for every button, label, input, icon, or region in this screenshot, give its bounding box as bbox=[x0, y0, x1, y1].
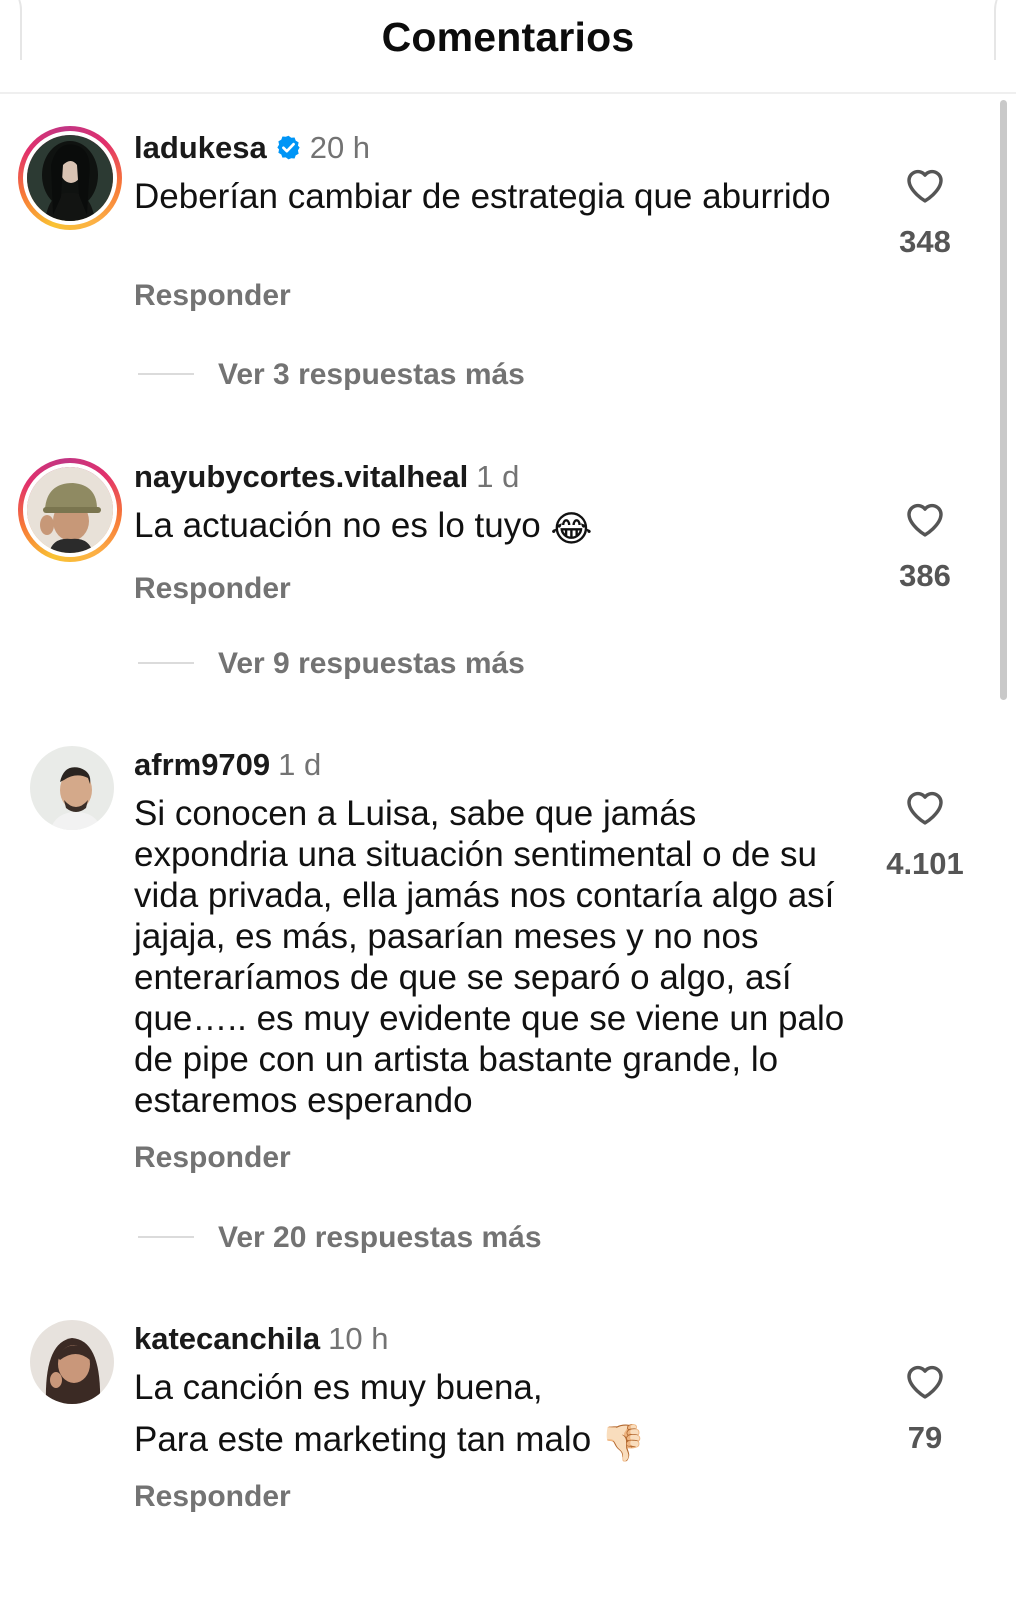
heart-outline-icon[interactable] bbox=[903, 164, 947, 204]
avatar-image-wrap bbox=[30, 746, 114, 830]
avatar-image bbox=[27, 135, 113, 221]
like-count: 348 bbox=[899, 224, 951, 259]
like-count: 4.101 bbox=[886, 846, 964, 881]
view-replies-button[interactable]: Ver 20 respuestas más bbox=[138, 1221, 542, 1255]
reply-button[interactable]: Responder bbox=[134, 279, 291, 313]
username[interactable]: afrm9709 bbox=[134, 747, 270, 782]
view-replies-label: Ver 20 respuestas más bbox=[218, 1221, 542, 1254]
like-group: 348 bbox=[880, 164, 970, 260]
timestamp: 10 h bbox=[328, 1321, 389, 1356]
view-replies-button[interactable]: Ver 3 respuestas más bbox=[138, 358, 525, 392]
reply-button[interactable]: Responder bbox=[134, 1480, 291, 1514]
comment-text-body: Para este marketing tan malo bbox=[134, 1420, 592, 1459]
like-group: 4.101 bbox=[880, 786, 970, 882]
thumbs-down-emoji: 👎🏻 bbox=[600, 1422, 646, 1463]
comment-header: afrm9709 1 d bbox=[134, 747, 321, 783]
view-replies-label: Ver 9 respuestas más bbox=[218, 647, 525, 680]
heart-outline-icon[interactable] bbox=[903, 1360, 947, 1400]
comment-text: Deberían cambiar de estrategia que aburr… bbox=[134, 177, 831, 216]
avatar[interactable] bbox=[30, 746, 114, 830]
reply-button[interactable]: Responder bbox=[134, 1141, 291, 1175]
reply-button[interactable]: Responder bbox=[134, 572, 291, 606]
heart-outline-icon[interactable] bbox=[903, 786, 947, 826]
like-group: 79 bbox=[880, 1360, 970, 1456]
replies-divider bbox=[138, 662, 194, 665]
avatar-image bbox=[30, 1320, 114, 1404]
sheet-header: Comentarios bbox=[0, 0, 1016, 94]
view-replies-label: Ver 3 respuestas más bbox=[218, 358, 525, 391]
avatar-image bbox=[30, 746, 114, 830]
username[interactable]: nayubycortes.vitalheal bbox=[134, 459, 468, 494]
comment-text: Si conocen a Luisa, sabe que jamás expon… bbox=[134, 794, 845, 1120]
timestamp: 1 d bbox=[476, 459, 520, 494]
avatar[interactable] bbox=[30, 1320, 114, 1404]
like-count: 386 bbox=[899, 558, 951, 593]
view-replies-button[interactable]: Ver 9 respuestas más bbox=[138, 647, 525, 681]
username[interactable]: ladukesa bbox=[134, 130, 267, 165]
comment-header: ladukesa 20 h bbox=[134, 130, 370, 166]
like-count: 79 bbox=[907, 1420, 943, 1455]
page-title: Comentarios bbox=[381, 14, 635, 60]
comment-text-line-2: Para este marketing tan malo 👎🏻 bbox=[134, 1419, 854, 1463]
comment-header: nayubycortes.vitalheal 1 d bbox=[134, 459, 519, 495]
timestamp: 20 h bbox=[309, 130, 371, 165]
scrollbar[interactable] bbox=[1000, 100, 1007, 700]
avatar-story-ring[interactable] bbox=[18, 126, 122, 230]
avatar-image-wrap bbox=[30, 1320, 114, 1404]
comment-text-body: La actuación no es lo tuyo bbox=[134, 506, 541, 545]
username[interactable]: katecanchila bbox=[134, 1321, 320, 1356]
replies-divider bbox=[138, 373, 194, 376]
comment-header: katecanchila 10 h bbox=[134, 1321, 388, 1357]
heart-outline-icon[interactable] bbox=[903, 498, 947, 538]
avatar-image bbox=[27, 467, 113, 553]
comment-text: La actuación no es lo tuyo 😂 bbox=[134, 505, 854, 549]
verified-badge-icon bbox=[275, 133, 302, 160]
avatar bbox=[23, 131, 117, 225]
comment-text-line-1: La canción es muy buena, bbox=[134, 1368, 543, 1407]
avatar bbox=[23, 463, 117, 557]
avatar-story-ring[interactable] bbox=[18, 458, 122, 562]
like-group: 386 bbox=[880, 498, 970, 594]
timestamp: 1 d bbox=[278, 747, 322, 782]
laughing-emoji: 😂 bbox=[550, 508, 593, 549]
replies-divider bbox=[138, 1236, 194, 1239]
